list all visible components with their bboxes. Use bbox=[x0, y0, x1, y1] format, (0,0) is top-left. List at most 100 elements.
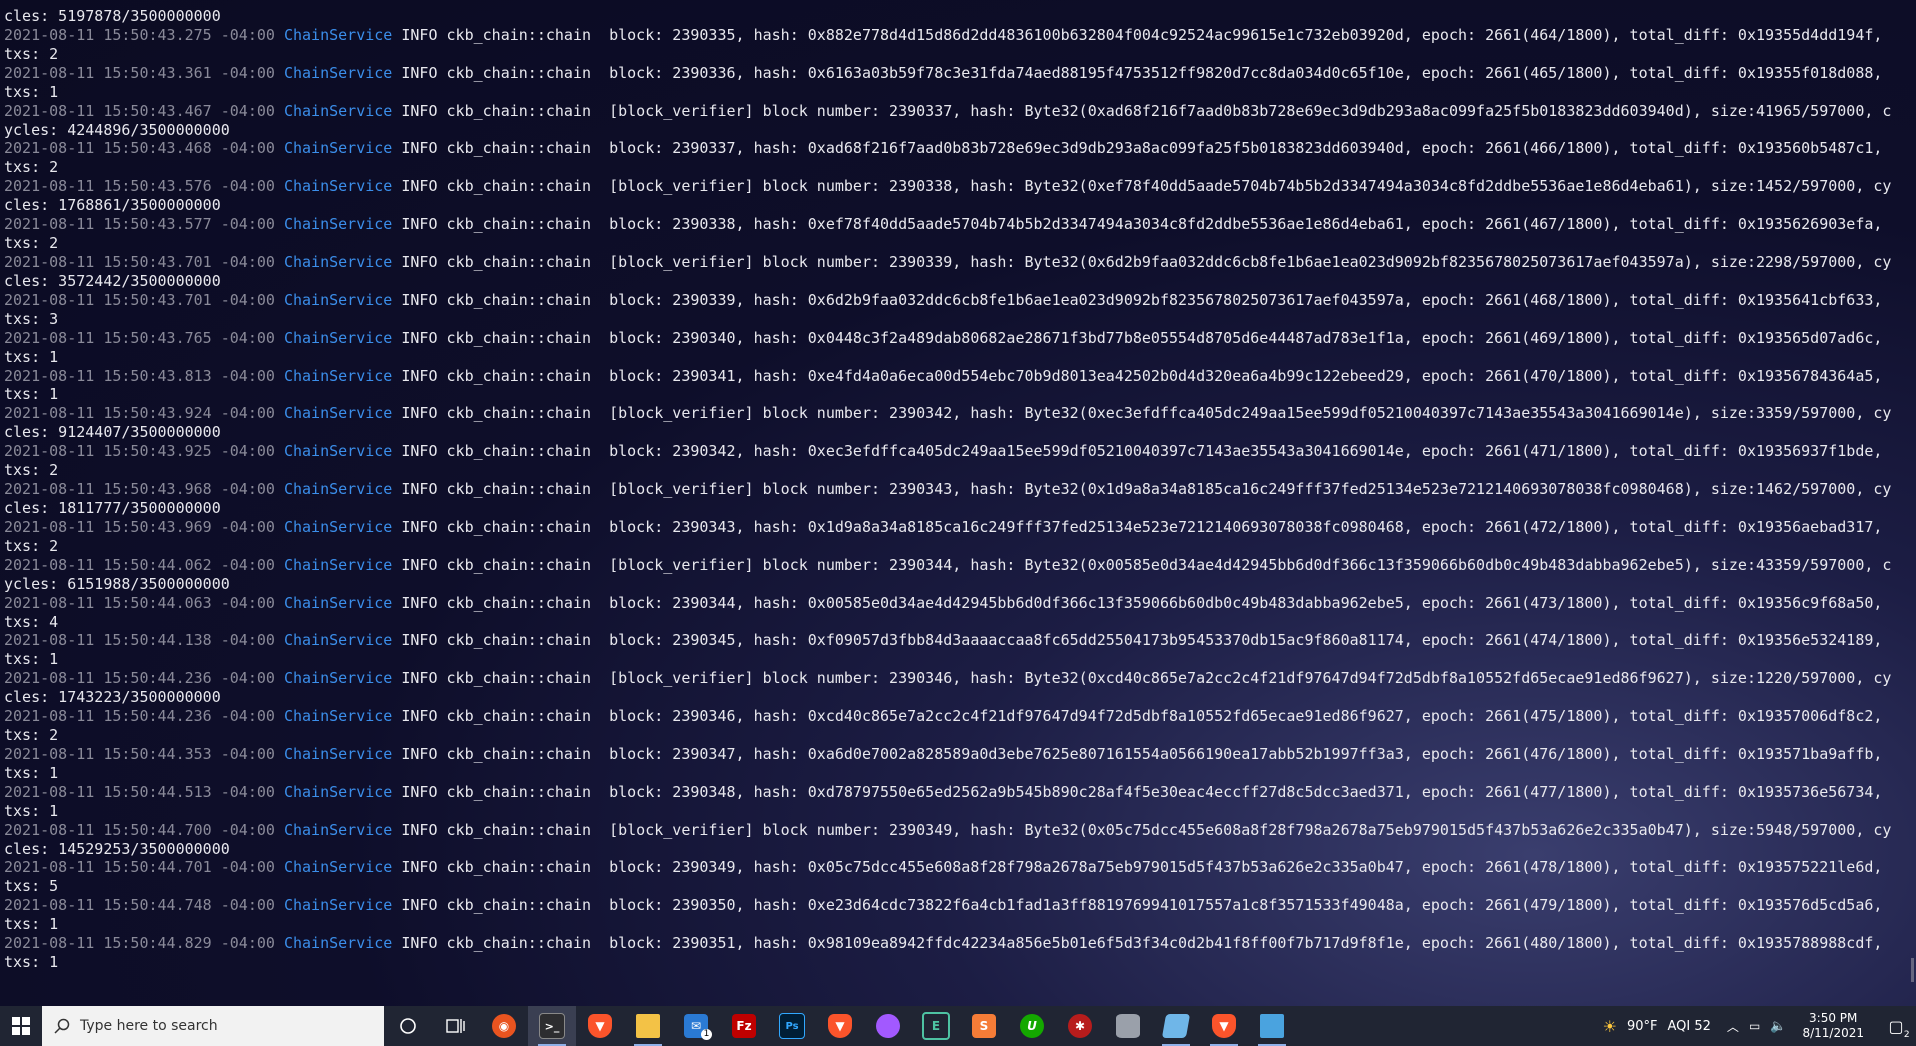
log-line: 2021-08-11 15:50:43.361 -04:00 ChainServ… bbox=[4, 64, 1916, 83]
log-service-name: ChainService bbox=[283, 177, 393, 196]
system-tray: ☀ 90°F AQI 52 ︿ ▭ 🔈 3:50 PM 8/11/2021 ▢ 2 bbox=[1593, 1006, 1916, 1046]
filezilla-icon: Fz bbox=[732, 1014, 756, 1038]
log-continuation: txs: 1 bbox=[4, 915, 59, 934]
task-view-icon bbox=[446, 1019, 465, 1033]
brave-nightly-icon: ▼ bbox=[828, 1014, 852, 1038]
log-line: txs: 2 bbox=[4, 45, 1916, 64]
log-message: INFO ckb_chain::chain block: 2390344, ha… bbox=[392, 593, 1883, 612]
taskbar-app-brave-active[interactable]: ▼ bbox=[1200, 1006, 1248, 1046]
log-message: INFO ckb_chain::chain [block_verifier] b… bbox=[392, 555, 1892, 574]
taskbar-app-brave[interactable]: ▼ bbox=[576, 1006, 624, 1046]
taskbar-app-database[interactable] bbox=[1104, 1006, 1152, 1046]
system-clock[interactable]: 3:50 PM 8/11/2021 bbox=[1802, 1011, 1864, 1041]
log-line: 2021-08-11 15:50:44.748 -04:00 ChainServ… bbox=[4, 896, 1916, 915]
log-line: 2021-08-11 15:50:43.467 -04:00 ChainServ… bbox=[4, 102, 1916, 121]
windows-logo-icon bbox=[12, 1017, 30, 1035]
taskbar-app-figma[interactable] bbox=[864, 1006, 912, 1046]
log-timestamp: 2021-08-11 15:50:43.925 -04:00 bbox=[4, 442, 275, 461]
log-line: 2021-08-11 15:50:43.813 -04:00 ChainServ… bbox=[4, 367, 1916, 386]
log-timestamp: 2021-08-11 15:50:44.353 -04:00 bbox=[4, 744, 275, 763]
chevron-up-icon[interactable]: ︿ bbox=[1727, 1018, 1739, 1035]
taskbar-app-editor[interactable]: E bbox=[912, 1006, 960, 1046]
log-line: 2021-08-11 15:50:44.829 -04:00 ChainServ… bbox=[4, 934, 1916, 953]
log-timestamp: 2021-08-11 15:50:43.361 -04:00 bbox=[4, 63, 275, 82]
log-line: txs: 5 bbox=[4, 877, 1916, 896]
log-message: INFO ckb_chain::chain block: 2390351, ha… bbox=[392, 934, 1883, 953]
log-continuation: txs: 1 bbox=[4, 347, 59, 366]
log-continuation: txs: 5 bbox=[4, 877, 59, 896]
terminal-window[interactable]: cles: 5197878/3500000000 2021-08-11 15:50… bbox=[0, 0, 1916, 1006]
taskbar-app-remote-desktop[interactable] bbox=[1248, 1006, 1296, 1046]
remote-desktop-icon bbox=[1260, 1014, 1284, 1038]
database-icon bbox=[1116, 1014, 1140, 1038]
taskbar-app-photoshop[interactable]: Ps bbox=[768, 1006, 816, 1046]
taskbar-app-notes[interactable] bbox=[1152, 1006, 1200, 1046]
log-service-name: ChainService bbox=[283, 820, 393, 839]
log-message: INFO ckb_chain::chain block: 2390345, ha… bbox=[392, 631, 1883, 650]
log-timestamp: 2021-08-11 15:50:44.063 -04:00 bbox=[4, 593, 275, 612]
weather-sun-icon[interactable]: ☀ bbox=[1603, 1017, 1617, 1036]
log-line: txs: 1 bbox=[4, 915, 1916, 934]
log-service-name: ChainService bbox=[283, 442, 393, 461]
log-service-name: ChainService bbox=[283, 744, 393, 763]
log-line: txs: 1 bbox=[4, 83, 1916, 102]
log-line: 2021-08-11 15:50:44.353 -04:00 ChainServ… bbox=[4, 745, 1916, 764]
search-box[interactable]: Type here to search bbox=[42, 1006, 384, 1046]
start-button[interactable] bbox=[0, 1006, 42, 1046]
log-service-name: ChainService bbox=[283, 252, 393, 271]
clock-date: 8/11/2021 bbox=[1802, 1026, 1864, 1040]
log-continuation: txs: 4 bbox=[4, 612, 59, 631]
log-timestamp: 2021-08-11 15:50:43.701 -04:00 bbox=[4, 252, 275, 271]
weather-temp[interactable]: 90°F bbox=[1627, 1019, 1658, 1034]
taskbar-app-mail[interactable]: ✉ 1 bbox=[672, 1006, 720, 1046]
taskbar-app-filezilla[interactable]: Fz bbox=[720, 1006, 768, 1046]
log-line: ycles: 4244896/3500000000 bbox=[4, 121, 1916, 140]
taskbar-app-ubuntu[interactable]: ◉ bbox=[480, 1006, 528, 1046]
folder-icon bbox=[636, 1014, 660, 1038]
log-service-name: ChainService bbox=[283, 480, 393, 499]
taskbar-app-sublime[interactable]: S bbox=[960, 1006, 1008, 1046]
log-message: INFO ckb_chain::chain [block_verifier] b… bbox=[392, 404, 1892, 423]
volume-icon[interactable]: 🔈 bbox=[1770, 1019, 1786, 1034]
log-line: txs: 4 bbox=[4, 613, 1916, 632]
log-line: txs: 1 bbox=[4, 348, 1916, 367]
log-service-name: ChainService bbox=[283, 782, 393, 801]
cortana-button[interactable] bbox=[384, 1006, 432, 1046]
log-message: INFO ckb_chain::chain [block_verifier] b… bbox=[392, 669, 1892, 688]
upwork-icon: U bbox=[1020, 1014, 1044, 1038]
log-continuation: cles: 1743223/3500000000 bbox=[4, 688, 221, 707]
log-line: cles: 14529253/3500000000 bbox=[4, 840, 1916, 859]
log-message: INFO ckb_chain::chain block: 2390349, ha… bbox=[392, 858, 1883, 877]
notification-center-button[interactable]: ▢ 2 bbox=[1876, 1006, 1916, 1046]
sublime-icon: S bbox=[972, 1014, 996, 1038]
task-view-button[interactable] bbox=[432, 1006, 480, 1046]
taskbar-app-upwork[interactable]: U bbox=[1008, 1006, 1056, 1046]
log-timestamp: 2021-08-11 15:50:44.829 -04:00 bbox=[4, 934, 275, 953]
log-line: txs: 2 bbox=[4, 726, 1916, 745]
taskbar-app-terminal[interactable]: >_ bbox=[528, 1006, 576, 1046]
aqi-label[interactable]: AQI 52 bbox=[1668, 1019, 1711, 1034]
log-timestamp: 2021-08-11 15:50:43.968 -04:00 bbox=[4, 480, 275, 499]
log-continuation: ycles: 4244896/3500000000 bbox=[4, 120, 230, 139]
log-continuation: cles: 1768861/3500000000 bbox=[4, 196, 221, 215]
log-continuation: txs: 2 bbox=[4, 234, 59, 253]
log-line: 2021-08-11 15:50:44.062 -04:00 ChainServ… bbox=[4, 556, 1916, 575]
log-timestamp: 2021-08-11 15:50:43.275 -04:00 bbox=[4, 25, 275, 44]
log-message: INFO ckb_chain::chain block: 2390347, ha… bbox=[392, 744, 1883, 763]
photoshop-icon: Ps bbox=[779, 1013, 805, 1039]
taskbar-app-brave-nightly[interactable]: ▼ bbox=[816, 1006, 864, 1046]
notification-icon: ▢ 2 bbox=[1888, 1016, 1910, 1040]
log-timestamp: 2021-08-11 15:50:43.577 -04:00 bbox=[4, 215, 275, 234]
log-line: cles: 3572442/3500000000 bbox=[4, 272, 1916, 291]
log-continuation: txs: 1 bbox=[4, 801, 59, 820]
search-placeholder: Type here to search bbox=[80, 1018, 218, 1034]
scrollbar-thumb[interactable] bbox=[1911, 958, 1914, 982]
network-icon[interactable]: ▭ bbox=[1749, 1019, 1760, 1033]
log-line: 2021-08-11 15:50:43.275 -04:00 ChainServ… bbox=[4, 26, 1916, 45]
taskbar-app-file-explorer[interactable] bbox=[624, 1006, 672, 1046]
log-continuation: txs: 2 bbox=[4, 536, 59, 555]
taskbar-app-security[interactable]: ✱ bbox=[1056, 1006, 1104, 1046]
log-service-name: ChainService bbox=[283, 215, 393, 234]
log-message: INFO ckb_chain::chain [block_verifier] b… bbox=[392, 101, 1892, 120]
log-continuation: txs: 1 bbox=[4, 953, 59, 972]
